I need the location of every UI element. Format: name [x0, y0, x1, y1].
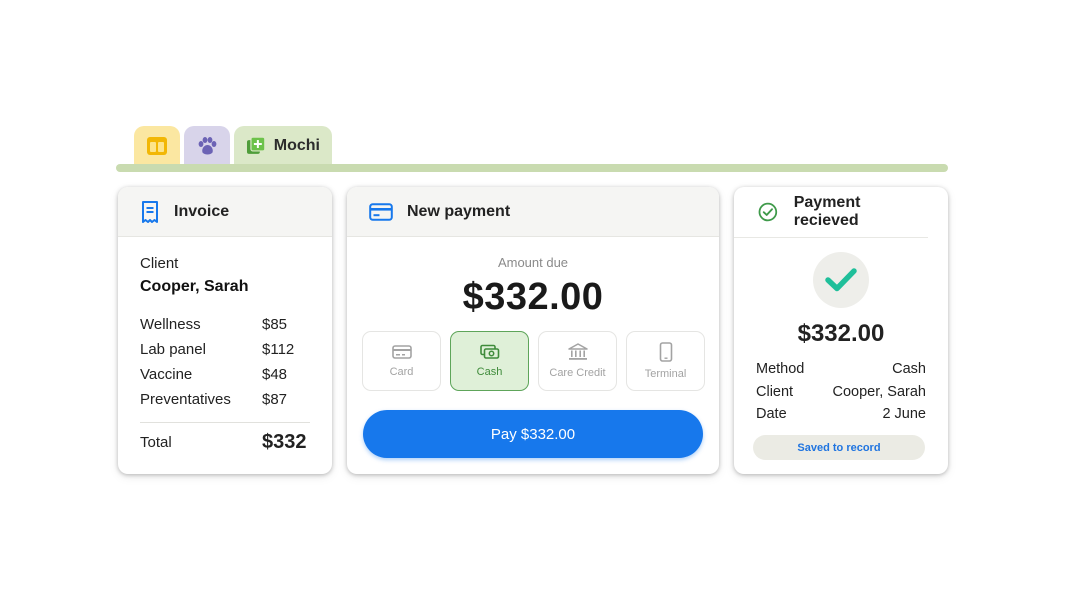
add-record-icon [246, 136, 266, 154]
check-circle-icon [758, 202, 778, 222]
bank-icon [567, 343, 588, 360]
amount-due-value: $332.00 [462, 276, 604, 318]
detail-value: Cooper, Sarah [832, 383, 926, 400]
phone-icon [659, 342, 672, 362]
payment-title: New payment [407, 202, 511, 220]
success-badge [813, 252, 869, 308]
tab-strip: Mochi [116, 124, 948, 172]
line-item-name: Preventatives [140, 391, 231, 408]
line-item: Preventatives $87 [140, 387, 310, 412]
detail-row: Method Cash [756, 358, 926, 381]
line-item-amount: $112 [262, 341, 295, 358]
tab-patient-label: Mochi [273, 137, 320, 154]
dashboard-icon [147, 137, 167, 155]
detail-label: Date [756, 406, 787, 422]
card-icon [391, 345, 412, 359]
paw-icon [198, 137, 217, 155]
tab-dashboard[interactable] [134, 126, 180, 166]
line-item-amount: $87 [262, 391, 288, 408]
received-header: Payment recieved [734, 187, 928, 238]
method-label: Terminal [644, 368, 687, 380]
client-label: Client [140, 255, 179, 272]
cash-icon [479, 344, 499, 359]
detail-row: Date 2 June [756, 403, 926, 426]
divider [140, 422, 310, 423]
invoice-card: Invoice Client Cooper, Sarah Wellness $8… [118, 187, 332, 474]
total-value: $332 [262, 431, 307, 453]
line-item-amount: $48 [262, 366, 288, 383]
pay-button[interactable]: Pay $332.00 [363, 410, 703, 458]
line-item-name: Vaccine [140, 366, 193, 383]
receipt-icon [142, 200, 158, 223]
received-amount: $332.00 [797, 320, 885, 347]
detail-label: Method [756, 361, 805, 377]
tab-underline [116, 164, 948, 172]
invoice-title: Invoice [174, 202, 230, 220]
line-item-amount: $85 [262, 316, 288, 333]
method-cash[interactable]: Cash [450, 331, 529, 391]
received-title: Payment recieved [793, 194, 861, 229]
total-label: Total [140, 434, 172, 451]
method-card[interactable]: Card [362, 331, 441, 391]
saved-to-record-badge: Saved to record [753, 435, 925, 460]
credit-card-icon [369, 202, 393, 221]
new-payment-card: New payment Amount due $332.00 Card Cash [347, 187, 719, 474]
invoice-header: Invoice [118, 187, 332, 237]
amount-due-label: Amount due [497, 255, 569, 270]
payment-header: New payment [347, 187, 719, 237]
method-label: Cash [476, 366, 503, 378]
tab-patient-mochi[interactable]: Mochi [234, 126, 332, 166]
checkmark-icon [825, 268, 857, 292]
detail-label: Client [756, 383, 794, 400]
line-item: Wellness $85 [140, 312, 310, 337]
payment-methods: Card Cash Care Credit Terminal [362, 331, 705, 391]
payment-received-card: Payment recieved $332.00 Method Cash Cli… [734, 187, 948, 474]
detail-row: Client Cooper, Sarah [756, 381, 926, 404]
method-terminal[interactable]: Terminal [626, 331, 705, 391]
client-name: Cooper, Sarah [140, 278, 249, 295]
detail-value: 2 June [882, 406, 926, 422]
line-item-name: Lab panel [140, 341, 206, 358]
line-item-name: Wellness [140, 316, 201, 333]
method-label: Care Credit [549, 367, 606, 379]
invoice-total-row: Total $332 [140, 431, 310, 454]
method-label: Card [389, 366, 414, 378]
line-item: Lab panel $112 [140, 337, 310, 362]
receipt-details: Method Cash Client Cooper, Sarah Date 2 … [756, 358, 926, 426]
line-item: Vaccine $48 [140, 362, 310, 387]
detail-value: Cash [892, 361, 926, 377]
method-care-credit[interactable]: Care Credit [538, 331, 617, 391]
tab-pets[interactable] [184, 126, 230, 166]
